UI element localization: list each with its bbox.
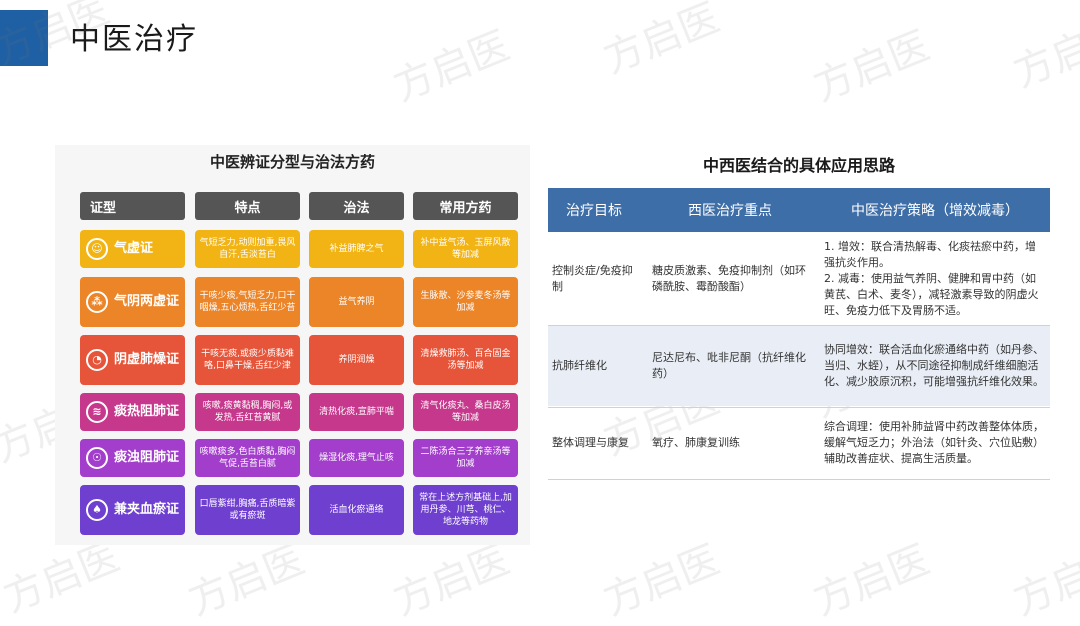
syndrome-label: 阴虚肺燥证 <box>114 352 180 367</box>
cell-western: 尼达尼布、吡非尼酮（抗纤维化药） <box>652 351 806 380</box>
head-icon: ☉ <box>86 447 108 469</box>
syndrome-formula: 清燥救肺汤、百合固金汤等加减 <box>413 335 518 385</box>
syndrome-label: 兼夹血瘀证 <box>114 502 180 517</box>
syndrome-treatment: 燥湿化痰,理气止咳 <box>309 439 404 477</box>
lungs-icon: ⁂ <box>86 291 108 313</box>
syndrome-treatment: 补益肺脾之气 <box>309 230 404 268</box>
table-row: 抗肺纤维化 尼达尼布、吡非尼酮（抗纤维化药） 协同增效：联合活血化瘀通络中药（如… <box>548 326 1050 406</box>
syndrome-feature: 干咳少痰,气短乏力,口干咽燥,五心烦热,舌红少苔 <box>195 277 300 327</box>
header-features: 特点 <box>195 192 300 220</box>
table-title: 中西医结合的具体应用思路 <box>702 156 895 175</box>
syndrome-feature: 咳嗽痰多,色白质黏,胸闷气促,舌苔白腻 <box>195 439 300 477</box>
syndrome-treatment: 益气养阴 <box>309 277 404 327</box>
cell-goal: 整体调理与康复 <box>552 436 629 449</box>
gauge-icon: ◔ <box>86 349 108 371</box>
cell-goal: 抗肺纤维化 <box>552 359 607 372</box>
syndrome-treatment: 活血化瘀通络 <box>309 485 404 535</box>
syndrome-label: 痰热阻肺证 <box>114 404 180 419</box>
syndrome-name: ≋ 痰热阻肺证 <box>80 393 185 431</box>
cough-icon: ≋ <box>86 401 108 423</box>
title-accent-bar <box>0 10 48 66</box>
header-treatment: 治法 <box>309 192 404 220</box>
table-header: 治疗目标 西医治疗重点 中医治疗策略（增效减毒） <box>548 188 1050 232</box>
table-row: 控制炎症/免疫抑制 糖皮质激素、免疫抑制剂（如环磷酰胺、霉酚酸酯） 1. 增效：… <box>548 234 1050 324</box>
header-formula: 常用方药 <box>413 192 518 220</box>
syndrome-treatment: 养阴润燥 <box>309 335 404 385</box>
cell-tcm: 1. 增效：联合清热解毒、化痰祛瘀中药，增强抗炎作用。 2. 减毒：使用益气养阴… <box>824 240 1039 317</box>
watermark: 方启医 <box>387 22 516 111</box>
watermark: 方启医 <box>1007 8 1080 97</box>
syndrome-formula: 生脉散、沙参麦冬汤等加减 <box>413 277 518 327</box>
syndrome-formula: 补中益气汤、玉屏风散等加减 <box>413 230 518 268</box>
lung-icon: ♠ <box>86 499 108 521</box>
watermark: 方启医 <box>807 22 936 111</box>
cell-western: 糖皮质激素、免疫抑制剂（如环磷酰胺、霉酚酸酯） <box>652 264 806 293</box>
watermark: 方启医 <box>597 0 726 83</box>
syndrome-name: ◔ 阴虚肺燥证 <box>80 335 185 385</box>
header-syndrome: 证型 <box>80 192 185 220</box>
face-icon: ☺ <box>86 238 108 260</box>
infographic-title: 中医辨证分型与治法方药 <box>209 153 375 171</box>
syndrome-formula: 二陈汤合三子养亲汤等加减 <box>413 439 518 477</box>
syndrome-name: ⁂ 气阴两虚证 <box>80 277 185 327</box>
syndrome-name: ☺ 气虚证 <box>80 230 185 268</box>
syndrome-treatment: 清热化痰,宣肺平喘 <box>309 393 404 431</box>
header-tcm: 中医治疗策略（增效减毒） <box>851 203 1019 219</box>
syndrome-formula: 常在上述方剂基础上,加用丹参、川芎、桃仁、地龙等药物 <box>413 485 518 535</box>
table-row: 整体调理与康复 氧疗、肺康复训练 综合调理：使用补肺益肾中药改善整体体质，缓解气… <box>548 408 1050 478</box>
header-western: 西医治疗重点 <box>688 203 772 219</box>
watermark: 方启医 <box>1007 536 1080 625</box>
syndrome-label: 气阴两虚证 <box>114 294 180 309</box>
syndrome-name: ♠ 兼夹血瘀证 <box>80 485 185 535</box>
cell-tcm: 综合调理：使用补肺益肾中药改善整体体质，缓解气短乏力；外治法（如针灸、穴位贴敷）… <box>824 420 1044 465</box>
syndrome-feature: 口唇紫绀,胸痛,舌质暗紫或有瘀斑 <box>195 485 300 535</box>
cell-goal: 控制炎症/免疫抑制 <box>552 264 633 293</box>
cell-western: 氧疗、肺康复训练 <box>652 436 740 449</box>
syndrome-feature: 气短乏力,动则加重,畏风自汗,舌淡苔白 <box>195 230 300 268</box>
syndrome-formula: 清气化痰丸、桑白皮汤等加减 <box>413 393 518 431</box>
syndrome-feature: 干咳无痰,或痰少质黏难咯,口鼻干燥,舌红少津 <box>195 335 300 385</box>
syndrome-feature: 咳嗽,痰黄黏稠,胸闷,或发热,舌红苔黄腻 <box>195 393 300 431</box>
row-divider <box>548 479 1050 480</box>
syndrome-label: 气虚证 <box>114 241 154 256</box>
syndrome-label: 痰浊阻肺证 <box>114 450 180 465</box>
watermark: 方启医 <box>597 536 726 625</box>
tcm-syndrome-infographic: 中医辨证分型与治法方药 证型 特点 治法 常用方药 ☺ 气虚证 气短乏力,动则加… <box>55 145 530 545</box>
header-goal: 治疗目标 <box>566 203 622 219</box>
cell-tcm: 协同增效：联合活血化瘀通络中药（如丹参、当归、水蛭），从不同途径抑制成纤维细胞活… <box>824 343 1044 388</box>
syndrome-name: ☉ 痰浊阻肺证 <box>80 439 185 477</box>
watermark: 方启医 <box>807 536 936 625</box>
page-title: 中医治疗 <box>70 22 198 57</box>
